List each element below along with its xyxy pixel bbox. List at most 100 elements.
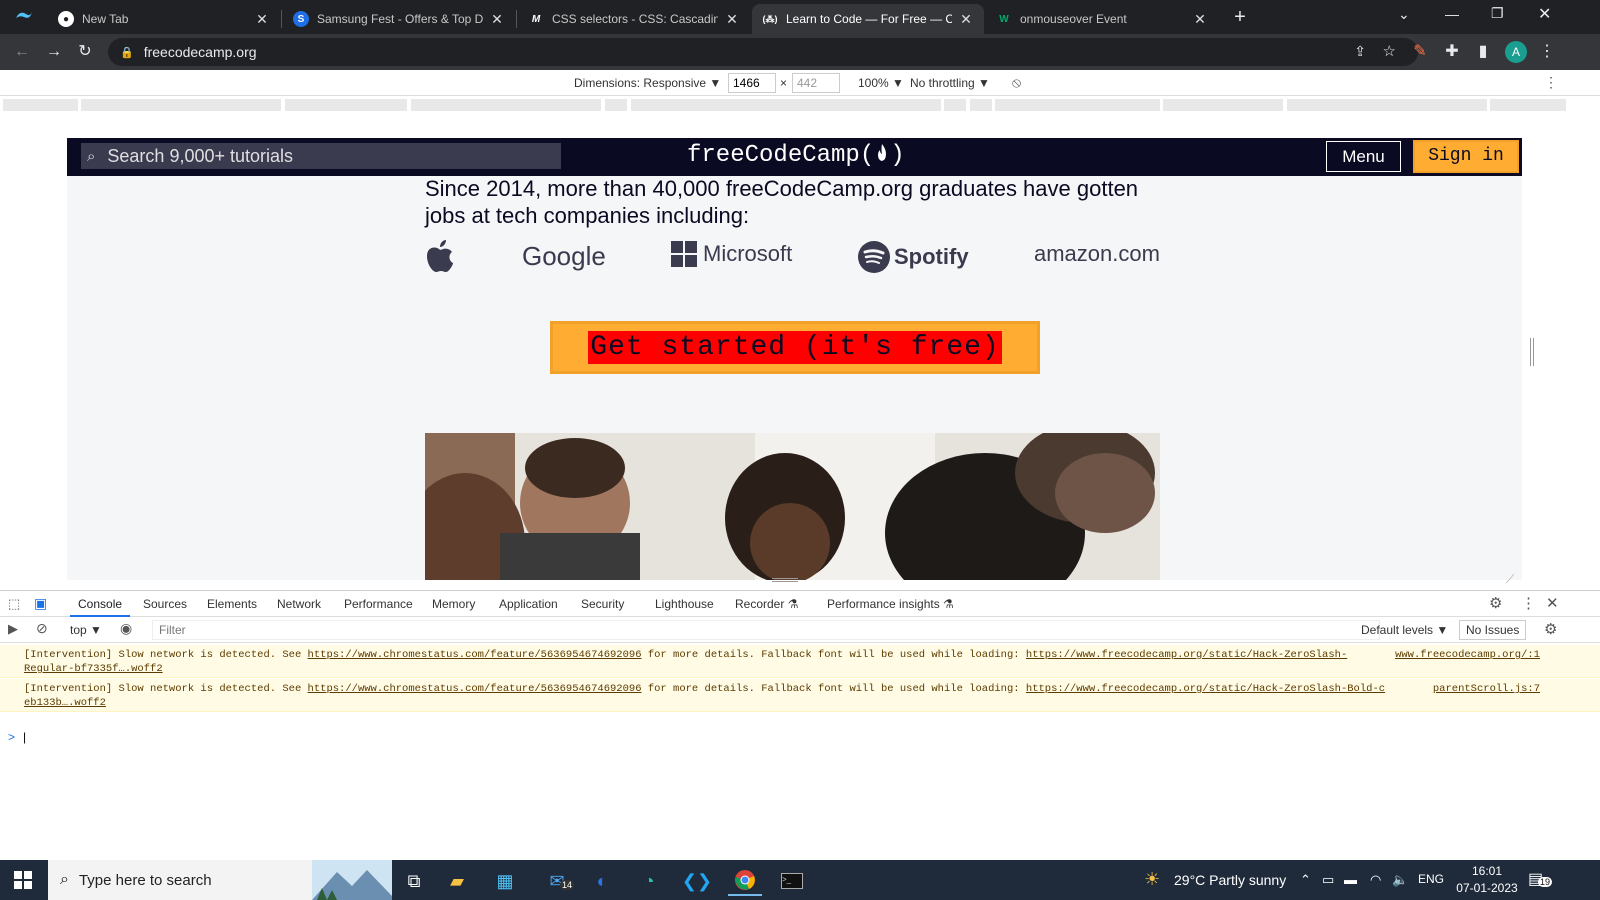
devtools-tab-performance[interactable]: Performance (344, 591, 413, 617)
tab-samsung[interactable]: S Samsung Fest - Offers & Top Dea ✕ (283, 4, 515, 34)
profile-avatar[interactable]: A (1505, 41, 1527, 63)
close-tab-icon[interactable]: ✕ (489, 11, 505, 28)
clock[interactable]: 16:01 07-01-2023 (1452, 863, 1522, 897)
new-tab-button[interactable]: + (1226, 4, 1254, 30)
close-tab-icon[interactable]: ✕ (254, 11, 270, 28)
resize-corner-icon[interactable]: ⟋ (1506, 572, 1514, 587)
console-filter-input[interactable]: Filter (152, 620, 1380, 640)
chromestatus-link[interactable]: https://www.chromestatus.com/feature/563… (308, 649, 642, 661)
devtools-tab-sources[interactable]: Sources (143, 591, 187, 617)
devtools-tab-security[interactable]: Security (581, 591, 624, 617)
share-icon[interactable]: ⇪ (1354, 43, 1366, 60)
devtools-tab-elements[interactable]: Elements (207, 591, 257, 617)
apple-logo-icon (423, 238, 455, 274)
extensions-puzzle-icon[interactable]: ✚ (1440, 40, 1464, 64)
firefox-icon[interactable]: ◐ (585, 866, 619, 896)
throttling-dropdown[interactable]: No throttling ▼ (910, 76, 990, 90)
issues-button[interactable]: No Issues (1459, 620, 1527, 640)
zoom-dropdown[interactable]: 100% ▼ (858, 76, 904, 90)
bookmark-star-icon[interactable]: ☆ (1383, 42, 1396, 60)
back-icon[interactable]: ← (10, 40, 34, 64)
viewport-resize-handle-bottom[interactable]: ⟋ (0, 572, 1600, 590)
live-expression-eye-icon[interactable]: ◉ (120, 620, 132, 637)
battery-icon[interactable]: ▬ (1344, 872, 1357, 887)
meet-now-icon[interactable]: ▭ (1322, 872, 1334, 888)
weather-text[interactable]: 29°C Partly sunny (1174, 872, 1286, 888)
tab-w3schools[interactable]: W onmouseover Event ✕ (986, 4, 1218, 34)
mail-icon[interactable]: ✉ 14 (540, 866, 575, 896)
windows-start-icon[interactable] (14, 871, 32, 892)
lock-icon: 🔒 (120, 46, 134, 59)
weather-icon[interactable]: ☀ (1144, 869, 1160, 890)
side-panel-icon[interactable]: ▮ (1471, 40, 1495, 64)
device-toggle-icon[interactable]: ▣ (34, 595, 47, 612)
microsoft-store-icon[interactable]: ▦ (488, 866, 522, 896)
tab-mdn[interactable]: M CSS selectors - CSS: Cascading St ✕ (518, 4, 750, 34)
tab-freecodecamp[interactable]: (⁂) Learn to Code — For Free — Cod ✕ (752, 4, 984, 34)
devtools-tab-console[interactable]: Console (70, 591, 131, 617)
devtools-tab-application[interactable]: Application (499, 591, 558, 617)
devtools-tab-bar: ⬚ ▣ Console Sources Elements Network Per… (0, 590, 1600, 617)
font-url-link[interactable]: https://www.freecodecamp.org/static/Hack… (1026, 683, 1385, 695)
task-view-icon[interactable]: ⧉ (397, 866, 431, 896)
inspect-element-icon[interactable]: ⬚ (8, 596, 20, 612)
close-tab-icon[interactable]: ✕ (724, 11, 740, 28)
font-url-link[interactable]: https://www.freecodecamp.org/static/Hack… (1026, 649, 1347, 661)
color-picker-extension-icon[interactable]: ✎ (1408, 40, 1432, 64)
menu-button[interactable]: Menu (1326, 141, 1401, 172)
close-window-icon[interactable]: ✕ (1538, 4, 1551, 24)
viewport-resize-handle-right[interactable] (1522, 138, 1542, 580)
terminal-icon[interactable]: >_ (775, 866, 809, 896)
language-indicator[interactable]: ENG (1418, 872, 1444, 886)
log-levels-dropdown[interactable]: Default levels ▼ (1361, 623, 1448, 637)
sidebar-toggle-icon[interactable]: ▶ (8, 621, 18, 637)
context-selector[interactable]: top ▼ (70, 623, 102, 637)
tab-search-dropdown-icon[interactable]: ⌄ (1398, 6, 1410, 23)
devtools-close-icon[interactable]: ✕ (1546, 594, 1559, 612)
rotate-icon[interactable]: ⦸ (1012, 74, 1021, 91)
devtools-tab-recorder[interactable]: Recorder ⚗ (735, 591, 798, 617)
forward-icon[interactable]: → (42, 40, 66, 64)
notification-center-icon[interactable]: ▤ 19 (1528, 869, 1553, 889)
reload-icon[interactable]: ↻ (73, 40, 97, 64)
viewport-height-input[interactable] (792, 73, 840, 93)
message-source-link[interactable]: parentScroll.js:7 (1433, 682, 1540, 696)
logo-text: freeCodeCamp( (687, 142, 875, 169)
get-started-button[interactable]: Get started (it's free) (550, 321, 1040, 374)
sign-in-button[interactable]: Sign in (1413, 140, 1519, 173)
device-toolbar-more-icon[interactable]: ⋮ (1544, 74, 1558, 91)
console-settings-icon[interactable]: ⚙ (1544, 620, 1557, 638)
devtools-tab-memory[interactable]: Memory (432, 591, 475, 617)
tab-search-icon[interactable] (14, 8, 38, 26)
restore-icon[interactable]: ❐ (1491, 5, 1504, 22)
font-url-link-cont[interactable]: eb133b….woff2 (24, 697, 106, 709)
chrome-menu-icon[interactable]: ⋮ (1535, 40, 1559, 64)
minimize-icon[interactable]: — (1445, 6, 1459, 22)
chrome-taskbar-icon[interactable] (728, 866, 762, 896)
devtools-tab-network[interactable]: Network (277, 591, 321, 617)
taskbar-search-box[interactable]: ⌕ Type here to search (48, 860, 392, 900)
dimensions-dropdown[interactable]: Dimensions: Responsive ▼ (574, 76, 721, 90)
freecodecamp-logo[interactable]: freeCodeCamp() (687, 142, 905, 169)
tab-new-tab[interactable]: ● New Tab ✕ (48, 4, 280, 34)
site-search-bar[interactable]: ⌕ Search 9,000+ tutorials (81, 143, 561, 169)
message-source-link[interactable]: www.freecodecamp.org/:1 (1395, 648, 1540, 662)
tray-overflow-chevron-icon[interactable]: ⌃ (1300, 872, 1311, 888)
address-bar[interactable]: 🔒 freecodecamp.org ⇪ ☆ (108, 38, 1418, 66)
close-tab-icon[interactable]: ✕ (1192, 11, 1208, 28)
console-prompt[interactable]: > | (8, 730, 26, 744)
devtools-settings-icon[interactable]: ⚙ (1489, 594, 1502, 612)
edge-icon[interactable]: ◔ (632, 866, 666, 896)
volume-icon[interactable]: 🔈 (1392, 872, 1408, 888)
viewport-width-input[interactable] (728, 73, 776, 93)
file-explorer-icon[interactable]: ▰ (440, 866, 474, 896)
wifi-icon[interactable]: ◠ (1370, 872, 1381, 888)
devtools-more-icon[interactable]: ⋮ (1521, 594, 1536, 612)
chromestatus-link[interactable]: https://www.chromestatus.com/feature/563… (308, 683, 642, 695)
close-tab-icon[interactable]: ✕ (958, 11, 974, 28)
devtools-tab-performance-insights[interactable]: Performance insights ⚗ (827, 591, 954, 617)
font-url-link-cont[interactable]: Regular-bf7335f….woff2 (24, 663, 163, 675)
devtools-tab-lighthouse[interactable]: Lighthouse (655, 591, 714, 617)
clear-console-icon[interactable]: ⊘ (36, 620, 48, 637)
vscode-icon[interactable]: ❮❯ (680, 866, 714, 896)
